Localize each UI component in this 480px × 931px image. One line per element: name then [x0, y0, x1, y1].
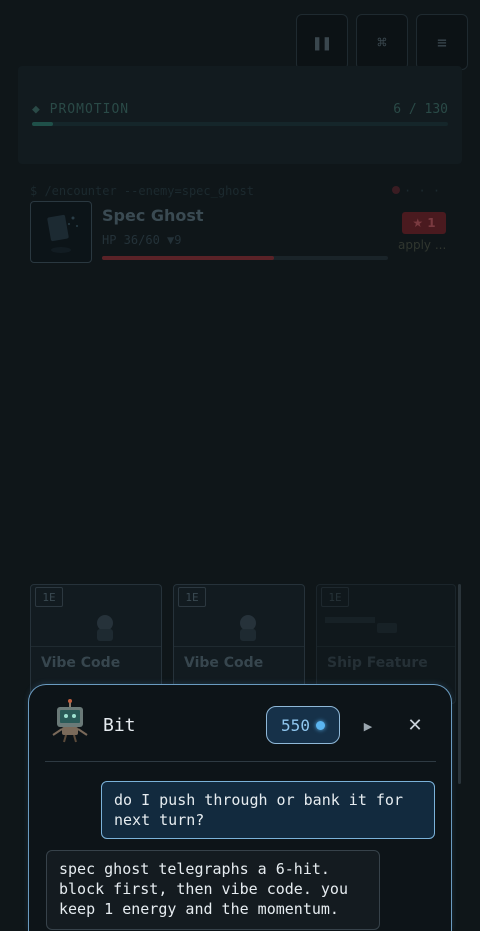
command-button[interactable]: ⌘: [356, 14, 408, 70]
astronaut-icon: [97, 615, 113, 641]
divider: [45, 761, 436, 762]
promotion-count: 6 / 130: [393, 102, 448, 117]
play-icon: ▶: [363, 719, 373, 733]
ship-icon: [325, 617, 397, 633]
card-name: Vibe Code: [41, 655, 121, 671]
user-message: do I push through or bank it for next tu…: [101, 781, 435, 839]
apply-link[interactable]: apply ...: [398, 238, 446, 252]
command-icon: ⌘: [377, 32, 387, 52]
enemy-hp: HP 36/60 ▼9: [102, 233, 182, 247]
promotion-label: ◆ PROMOTION: [32, 102, 130, 117]
assistant-chat-panel: Bit 550 ▶ ✕ do I push through or bank it…: [28, 684, 452, 931]
hand-scrollbar[interactable]: [458, 584, 461, 784]
close-button[interactable]: ✕: [403, 713, 427, 737]
astronaut-icon: [240, 615, 256, 641]
assistant-name: Bit: [103, 715, 136, 736]
promotion-panel: ◆ PROMOTION 6 / 130: [18, 66, 462, 164]
enemy-name: Spec Ghost: [102, 206, 204, 225]
card-cost: 1E: [35, 587, 63, 607]
promotion-progress-bar: [32, 122, 448, 126]
coin-icon: [315, 720, 325, 730]
ghost-icon: [47, 214, 78, 253]
encounter-command: $ /encounter --enemy=spec_ghost: [30, 184, 254, 198]
card-cost: 1E: [321, 587, 349, 607]
pause-button[interactable]: ❚❚: [296, 14, 348, 70]
close-icon: ✕: [407, 714, 423, 736]
avatar: [49, 699, 91, 743]
card-name: Ship Feature: [327, 655, 428, 671]
coin-amount: 550: [281, 715, 310, 735]
menu-button[interactable]: ≡: [416, 14, 468, 70]
encounter-status: · · ·: [404, 184, 441, 198]
card-art: [31, 609, 161, 647]
enemy-portrait[interactable]: [30, 201, 92, 263]
card-cost: 1E: [178, 587, 206, 607]
robot-avatar-icon: [52, 699, 88, 743]
play-button[interactable]: ▶: [357, 715, 379, 737]
pause-icon: ❚❚: [312, 32, 332, 52]
intent-badge: ★ 1: [402, 212, 446, 234]
status-dot-icon: [392, 186, 400, 194]
card-name: Vibe Code: [184, 655, 264, 671]
enemy-hp-bar: [102, 256, 388, 260]
menu-icon: ≡: [437, 32, 447, 52]
enemy-hp-fill: [102, 256, 274, 260]
card-art: [317, 609, 455, 647]
promotion-progress-fill: [32, 122, 53, 126]
assistant-message: spec ghost telegraphs a 6-hit. block fir…: [46, 850, 380, 930]
coin-counter[interactable]: 550: [266, 706, 340, 744]
card-art: [174, 609, 304, 647]
